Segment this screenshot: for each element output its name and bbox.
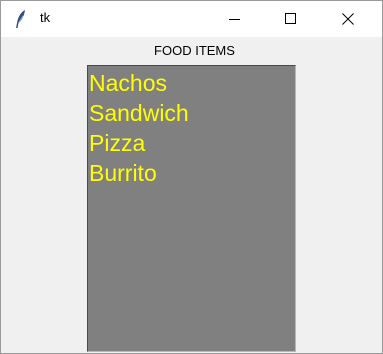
feather-icon (14, 9, 28, 29)
list-item[interactable]: Sandwich (89, 98, 295, 128)
list-item[interactable]: Nachos (89, 68, 295, 98)
title-bar[interactable]: tk (1, 1, 382, 37)
food-items-label: FOOD ITEMS (154, 43, 235, 58)
minimize-icon (229, 19, 240, 20)
maximize-icon (285, 13, 296, 24)
window-client-area: FOOD ITEMS Nachos Sandwich Pizza Burrito (1, 37, 382, 353)
close-icon (342, 13, 354, 25)
maximize-button[interactable] (268, 1, 314, 37)
app-window: tk FOOD ITEMS Nachos Sandwich Pizza Burr… (0, 0, 383, 354)
minimize-button[interactable] (212, 1, 258, 37)
window-title: tk (40, 10, 51, 25)
list-item[interactable]: Pizza (89, 128, 295, 158)
list-item[interactable]: Burrito (89, 158, 295, 188)
close-button[interactable] (325, 1, 371, 37)
food-listbox[interactable]: Nachos Sandwich Pizza Burrito (87, 65, 296, 352)
